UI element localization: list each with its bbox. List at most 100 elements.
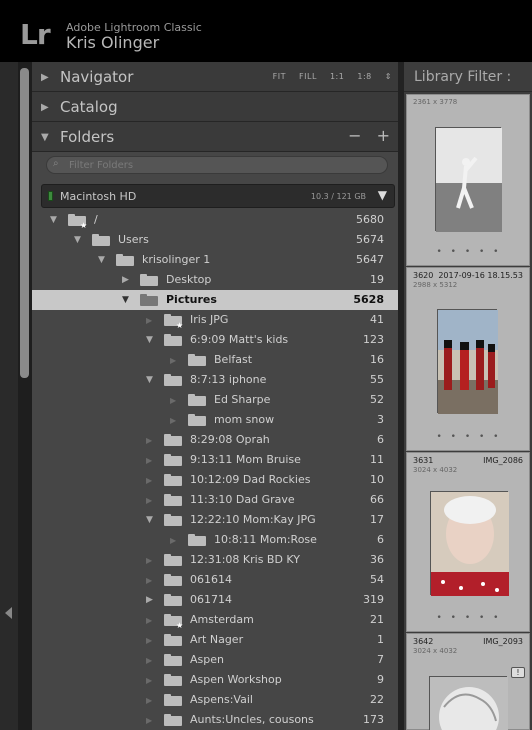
folder-row[interactable]: ▶ 9:13:11 Mom Bruise 11: [32, 450, 398, 470]
photo-thumbnail[interactable]: [437, 309, 498, 414]
folder-count: 123: [363, 333, 384, 346]
folder-row[interactable]: ▶ 8:29:08 Oprah 6: [32, 430, 398, 450]
collapse-triangle-icon[interactable]: ▼: [146, 515, 153, 525]
folder-label: 061714: [190, 593, 232, 606]
folder-row[interactable]: ▶ 10:8:11 Mom:Rose 6: [32, 530, 398, 550]
collapse-triangle-icon[interactable]: ▼: [146, 335, 153, 345]
volume-menu-icon[interactable]: ▼: [378, 188, 387, 202]
leaf-triangle-icon: ▶: [146, 436, 153, 445]
portrait-photo: [431, 492, 509, 596]
library-filter-bar[interactable]: Library Filter :: [404, 62, 532, 92]
collapse-triangle-icon[interactable]: ▼: [122, 295, 129, 305]
photo-dimensions: 3024 x 4032: [413, 466, 458, 474]
photo-thumbnail[interactable]: [430, 491, 509, 596]
left-panel-edge[interactable]: [0, 62, 18, 730]
folder-row[interactable]: ▶ ★ Amsterdam 21: [32, 610, 398, 630]
folder-row[interactable]: ▶ Aspen Workshop 9: [32, 670, 398, 690]
folder-row[interactable]: ▶ mom snow 3: [32, 410, 398, 430]
folder-icon: [164, 654, 182, 666]
rating-dots[interactable]: • • • • •: [407, 247, 531, 257]
folder-row[interactable]: ▼ Users 5674: [32, 230, 398, 250]
folder-count: 22: [370, 693, 384, 706]
folders-header[interactable]: ▼ Folders − +: [32, 122, 398, 152]
folder-row[interactable]: ▶ Desktop 19: [32, 270, 398, 290]
folder-label: 061614: [190, 573, 232, 586]
folder-row[interactable]: ▶ Ed Sharpe 52: [32, 390, 398, 410]
folder-row[interactable]: ▶ ★ Iris JPG 41: [32, 310, 398, 330]
remove-folder-button[interactable]: −: [348, 126, 361, 145]
folder-row[interactable]: ▶ Belfast 16: [32, 350, 398, 370]
zoom-1-8[interactable]: 1:8: [357, 72, 371, 81]
navigator-header[interactable]: ▶ Navigator FIT FILL 1:1 1:8 ⇕: [32, 62, 398, 92]
collapse-triangle-icon[interactable]: ▼: [98, 255, 105, 265]
folder-icon: [188, 394, 206, 406]
folder-label: 8:7:13 iphone: [190, 373, 267, 386]
folder-row[interactable]: ▼ krisolinger 1 5647: [32, 250, 398, 270]
folder-row[interactable]: ▶ 061714 319: [32, 590, 398, 610]
folder-row[interactable]: ▼ ★ / 5680: [32, 210, 398, 230]
folder-count: 9: [377, 673, 384, 686]
zoom-1-1[interactable]: 1:1: [330, 72, 344, 81]
photo-dimensions: 2988 x 5312: [413, 281, 458, 289]
expand-triangle-icon[interactable]: ▶: [146, 595, 153, 605]
grid-cell[interactable]: 3642 IMG_2093 3024 x 4032 !: [406, 633, 530, 730]
collapse-triangle-icon[interactable]: ▼: [50, 215, 57, 225]
folder-count: 6: [377, 533, 384, 546]
zoom-fill[interactable]: FILL: [299, 72, 317, 81]
leaf-triangle-icon: ▶: [146, 496, 153, 505]
folder-row[interactable]: ▶ 10:12:09 Dad Rockies 10: [32, 470, 398, 490]
expand-triangle-icon[interactable]: ▶: [122, 275, 129, 285]
filter-folders-input[interactable]: [69, 158, 369, 172]
leaf-triangle-icon: ▶: [146, 556, 153, 565]
navigator-title: Navigator: [60, 68, 134, 86]
leaf-triangle-icon: ▶: [146, 456, 153, 465]
zoom-stepper-icon[interactable]: ⇕: [385, 72, 392, 81]
collapse-triangle-icon[interactable]: ▼: [146, 375, 153, 385]
folder-row[interactable]: ▶ Aunts:Uncles, cousons 173: [32, 710, 398, 730]
folder-row[interactable]: ▼ 12:22:10 Mom:Kay JPG 17: [32, 510, 398, 530]
collapse-left-panel-icon[interactable]: [5, 607, 12, 619]
folder-row[interactable]: ▼ 6:9:09 Matt's kids 123: [32, 330, 398, 350]
folder-row[interactable]: ▶ Aspens:Vail 22: [32, 690, 398, 710]
folder-row[interactable]: ▶ 12:31:08 Kris BD KY 36: [32, 550, 398, 570]
zoom-fit[interactable]: FIT: [273, 72, 286, 81]
folder-icon: [164, 554, 182, 566]
folder-row[interactable]: ▶ Aspen 7: [32, 650, 398, 670]
expand-triangle-icon[interactable]: ▶: [41, 102, 49, 113]
grid-cell[interactable]: 3631 IMG_2086 3024 x 4032 • • • • •: [406, 452, 530, 632]
rating-dots[interactable]: • • • • •: [407, 432, 531, 442]
folder-count: 36: [370, 553, 384, 566]
filter-folders-search[interactable]: ⌕: [46, 156, 388, 174]
folder-row[interactable]: ▶ 11:3:10 Dad Grave 66: [32, 490, 398, 510]
folder-icon: [188, 534, 206, 546]
folder-row[interactable]: ▼ Pictures 5628: [32, 290, 398, 310]
rating-dots[interactable]: • • • • •: [407, 613, 531, 623]
folder-count: 66: [370, 493, 384, 506]
leaf-triangle-icon: ▶: [146, 656, 153, 665]
catalog-header[interactable]: ▶ Catalog: [32, 92, 398, 122]
expand-triangle-icon[interactable]: ▶: [41, 72, 49, 83]
grid-cell[interactable]: 2361 x 3778 • • • • •: [406, 94, 530, 266]
grid-cell[interactable]: 3620 2017-09-16 18.15.53 2988 x 5312 • •…: [406, 267, 530, 451]
left-panel-scroll-thumb[interactable]: [20, 68, 29, 378]
photo-thumbnail[interactable]: [429, 676, 508, 730]
photo-thumbnail[interactable]: [435, 127, 502, 232]
folder-count: 52: [370, 393, 384, 406]
folder-row[interactable]: ▶ 061614 54: [32, 570, 398, 590]
folder-icon: [164, 454, 182, 466]
folder-icon: [164, 474, 182, 486]
folder-count: 54: [370, 573, 384, 586]
photo-index: 3620: [413, 271, 434, 280]
hair-photo: [430, 677, 508, 730]
photo-date: 2017-09-16 18.15.53: [438, 271, 523, 280]
out-of-date-warning-icon[interactable]: !: [511, 667, 525, 678]
collapse-triangle-icon[interactable]: ▼: [41, 132, 49, 143]
folder-label: Users: [118, 233, 149, 246]
folder-tree: ▼ ★ / 5680 ▼ Users 5674 ▼ krisolinger 1 5647 ▶ Desk…: [32, 210, 398, 730]
volume-bar[interactable]: Macintosh HD 10.3 / 121 GB ▼: [41, 184, 395, 208]
add-folder-button[interactable]: +: [377, 126, 390, 145]
folder-row[interactable]: ▶ Art Nager 1: [32, 630, 398, 650]
collapse-triangle-icon[interactable]: ▼: [74, 235, 81, 245]
folder-row[interactable]: ▼ 8:7:13 iphone 55: [32, 370, 398, 390]
folder-count: 55: [370, 373, 384, 386]
